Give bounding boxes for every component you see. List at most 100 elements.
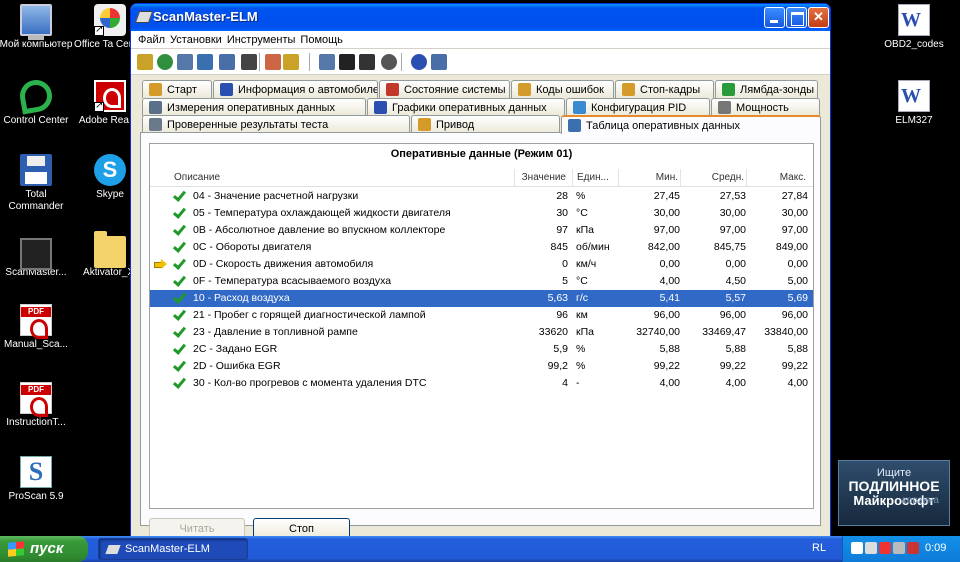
usb-icon[interactable]: [893, 542, 905, 554]
table-row[interactable]: 0D - Скорость движения автомобиля 0 км/ч 0,…: [150, 256, 813, 273]
cell-min: 32740,00: [636, 326, 680, 338]
desktop-icon[interactable]: Manual_Sca...: [0, 304, 74, 351]
monitor-icon[interactable]: [359, 54, 375, 70]
network-icon[interactable]: [851, 542, 863, 554]
printer-icon[interactable]: [241, 54, 257, 70]
stop-button[interactable]: Стоп: [253, 518, 350, 536]
table-icon[interactable]: [197, 54, 213, 70]
minimize-button[interactable]: [764, 7, 785, 28]
desktop-icon[interactable]: InstructionT...: [0, 382, 74, 429]
tab-row1-0[interactable]: Старт: [142, 80, 212, 98]
clipboard-icon[interactable]: [283, 54, 299, 70]
table-row[interactable]: 0B - Абсолютное давление во впускном кол…: [150, 222, 813, 239]
table-row[interactable]: 23 - Давление в топливной рампе 33620 кПа 3…: [150, 324, 813, 341]
maximize-button[interactable]: [786, 7, 807, 28]
table-row[interactable]: 0F - Температура всасываемого воздуха 5 °C…: [150, 273, 813, 290]
pid-enabled-check-icon: [172, 342, 186, 356]
globe-icon[interactable]: [157, 54, 173, 70]
desktop-icon[interactable]: ProScan 5.9: [0, 456, 74, 503]
cell-avg: 30,00: [719, 207, 746, 219]
cell-avg: 845,75: [713, 241, 746, 253]
cell-max: 849,00: [775, 241, 808, 253]
checklist-icon: [386, 83, 399, 96]
tab-row1-1[interactable]: Информация о автомобиле: [213, 80, 378, 98]
desktop-icon[interactable]: Total Commander: [0, 154, 74, 213]
table-row[interactable]: 21 - Пробег с горящей диагностической ла…: [150, 307, 813, 324]
tab-row1-4[interactable]: Стоп-кадры: [615, 80, 714, 98]
tab-row2-2[interactable]: Конфигурация PID: [566, 98, 710, 116]
table-row[interactable]: 05 - Температура охлаждающей жидкости дв…: [150, 205, 813, 222]
speaker-icon[interactable]: [865, 542, 877, 554]
menu-item[interactable]: Помощь: [299, 31, 347, 46]
chat-icon[interactable]: [319, 54, 335, 70]
tab-label: Привод: [436, 119, 475, 131]
desktop-icon[interactable]: Мой компьютер: [0, 4, 74, 51]
language-indicator[interactable]: RL: [812, 542, 826, 554]
taskbar-item-scanmaster[interactable]: ScanMaster-ELM: [98, 538, 248, 560]
menu-item[interactable]: Установки: [169, 31, 226, 46]
col-header-avg[interactable]: Средн.: [680, 169, 746, 186]
cell-max: 4,00: [787, 377, 808, 389]
cell-value: 30: [556, 207, 568, 219]
scanmaster-window: ScanMaster-ELM ФайлУстановкиИнструментыП…: [130, 3, 831, 537]
desktop-icon[interactable]: ELM327: [876, 80, 952, 127]
tab-row2-0[interactable]: Измерения оперативных данных: [142, 98, 366, 116]
tab-row3-0[interactable]: Проверенные результаты теста: [142, 115, 410, 133]
table-row[interactable]: 10 - Расход воздуха 5,63 г/с 5,41 5,57 5,69: [150, 290, 813, 307]
antivirus-icon[interactable]: [907, 542, 919, 554]
tab-row1-2[interactable]: Состояние системы: [379, 80, 510, 98]
pid-enabled-check-icon: [172, 308, 186, 322]
table-row[interactable]: 0C - Обороты двигателя 845 об/мин 842,00 845…: [150, 239, 813, 256]
info-icon[interactable]: [411, 54, 427, 70]
title-bar[interactable]: ScanMaster-ELM: [131, 4, 830, 31]
connect-icon[interactable]: [137, 54, 153, 70]
col-header-unit[interactable]: Един...: [572, 169, 618, 186]
read-button[interactable]: Читать: [149, 518, 245, 536]
tab-row1-3[interactable]: Коды ошибок: [511, 80, 614, 98]
col-header-value[interactable]: Значение: [514, 169, 568, 186]
cell-unit: км: [576, 309, 588, 321]
table-row[interactable]: 04 - Значение расчетной нагрузки 28% 27,45…: [150, 188, 813, 205]
table-row[interactable]: 2C - Задано EGR 5,9% 5,88 5,88 5,88: [150, 341, 813, 358]
table-row[interactable]: 2D - Ошибка EGR 99,2% 99,22 99,22 99,22: [150, 358, 813, 375]
cell-avg: 96,00: [719, 309, 746, 321]
cell-description: 0B - Абсолютное давление во впускном кол…: [193, 224, 446, 236]
cell-description: 0D - Скорость движения автомобиля: [193, 258, 374, 270]
toolbar-separator: [401, 53, 402, 71]
desktop-icon[interactable]: Control Center: [0, 77, 74, 127]
start-button[interactable]: пуск: [0, 536, 88, 562]
col-header-max[interactable]: Макс.: [746, 169, 808, 186]
col-header-min[interactable]: Мин.: [618, 169, 680, 186]
cell-min: 842,00: [647, 241, 680, 253]
tab-row2-1[interactable]: Графики оперативных данных: [367, 98, 565, 116]
tab-row3-1[interactable]: Привод: [411, 115, 560, 133]
tab-label: Информация о автомобиле: [238, 84, 378, 96]
cell-min: 99,22: [653, 360, 680, 372]
cell-unit: кПа: [576, 326, 594, 338]
col-header-desc[interactable]: Описание: [174, 172, 220, 183]
cell-min: 5,88: [659, 343, 680, 355]
desktop-icon[interactable]: OBD2_codes: [876, 4, 952, 51]
menu-item[interactable]: Инструменты: [226, 31, 300, 46]
tab-row1-5[interactable]: Лямбда-зонды: [715, 80, 818, 98]
exit-icon[interactable]: [431, 54, 447, 70]
tab-row3-2[interactable]: Таблица оперативных данных: [561, 115, 821, 134]
info-icon: [220, 83, 233, 96]
skype-icon: [94, 154, 126, 186]
toolbar-separator: [309, 53, 310, 71]
clock[interactable]: 0:09: [925, 542, 946, 554]
menu-item[interactable]: Файл: [137, 31, 169, 46]
genuine-microsoft-banner[interactable]: Ищите ПОДЛИННОЕ Майкрософт корзина: [838, 460, 950, 526]
shield-icon[interactable]: [879, 542, 891, 554]
cell-min: 5,41: [659, 292, 680, 304]
document-icon[interactable]: [177, 54, 193, 70]
grid-icon[interactable]: [219, 54, 235, 70]
settings-disc-icon[interactable]: [381, 54, 397, 70]
tab-row2-3[interactable]: Мощность: [711, 98, 820, 116]
desktop-icon-label: OBD2_codes: [884, 39, 944, 50]
terminal-icon[interactable]: [339, 54, 355, 70]
close-button[interactable]: [808, 7, 829, 28]
table-row[interactable]: 30 - Кол-во прогревов с момента удаления…: [150, 375, 813, 392]
user-icon[interactable]: [265, 54, 281, 70]
desktop-icon[interactable]: ScanMaster...: [0, 232, 74, 279]
